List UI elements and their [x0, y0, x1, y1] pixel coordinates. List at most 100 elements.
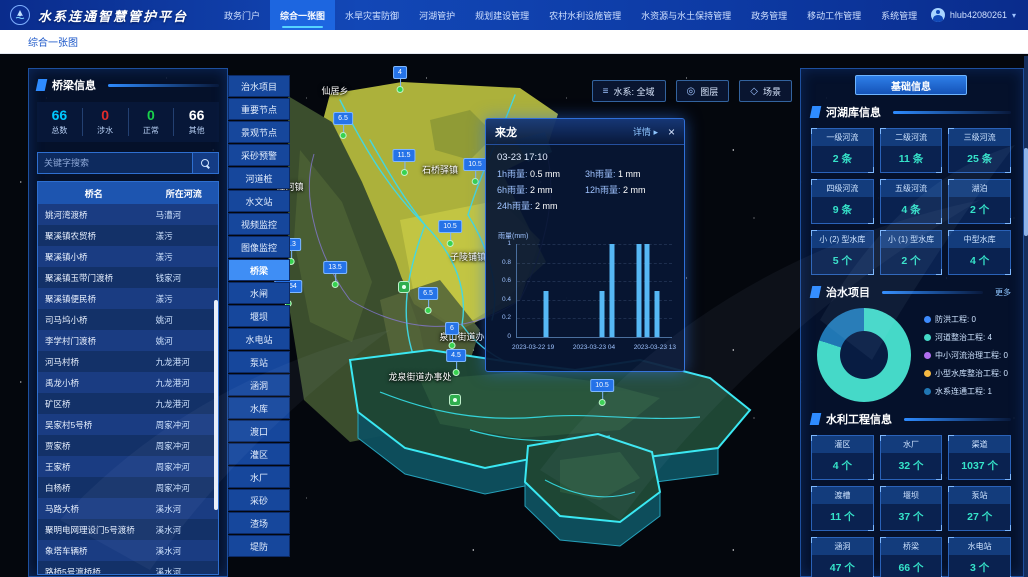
layer-menu-item[interactable]: 水厂: [228, 466, 290, 488]
table-row[interactable]: 聚溪镇小桥 漾污: [38, 246, 218, 267]
table-row[interactable]: 贾家桥 周家冲河: [38, 435, 218, 456]
layer-menu-item[interactable]: 堰坝: [228, 305, 290, 327]
table-row[interactable]: 王家桥 周家冲河: [38, 456, 218, 477]
layer-menu-item[interactable]: 水闸: [228, 282, 290, 304]
nav-item[interactable]: 系统管理: [871, 0, 927, 30]
stat-card[interactable]: 泵站 27 个: [948, 486, 1011, 531]
camera-icon[interactable]: [449, 394, 461, 406]
stat-card[interactable]: 四级河流 9 条: [811, 179, 874, 224]
table-row[interactable]: 象塔车辆桥 溪水河: [38, 540, 218, 561]
layer-menu-item[interactable]: 灌区: [228, 443, 290, 465]
nav-item[interactable]: 综合一张图: [270, 0, 335, 30]
layer-menu-item[interactable]: 水电站: [228, 328, 290, 350]
bridge-table-header: 桥名 所在河流: [38, 182, 218, 204]
map-control-label: 水系: 全域: [614, 85, 655, 98]
table-row[interactable]: 马路大桥 溪水河: [38, 498, 218, 519]
stat-card[interactable]: 灌区 4 个: [811, 435, 874, 480]
y-tick: 0.2: [497, 315, 514, 322]
more-link[interactable]: 更多: [995, 287, 1011, 298]
table-row[interactable]: 聚溪镇玉带门渡桥 钱家河: [38, 267, 218, 288]
map-marker-badge[interactable]: 6: [445, 322, 459, 335]
map-marker-badge[interactable]: 4.5: [446, 349, 466, 362]
nav-item[interactable]: 规划建设管理: [465, 0, 539, 30]
breadcrumb-current[interactable]: 综合一张图: [28, 34, 78, 49]
table-row[interactable]: 白杨桥 周家冲河: [38, 477, 218, 498]
stat-card[interactable]: 水厂 32 个: [880, 435, 943, 480]
layer-menu-item[interactable]: 图像监控: [228, 236, 290, 258]
stat-card[interactable]: 三级河流 25 条: [948, 128, 1011, 173]
layer-menu-item[interactable]: 渣场: [228, 512, 290, 534]
stat-card[interactable]: 一级河流 2 条: [811, 128, 874, 173]
map-marker-badge[interactable]: 6.5: [333, 112, 353, 125]
nav-item[interactable]: 政务门户: [214, 0, 270, 30]
stat-card[interactable]: 二级河流 11 条: [880, 128, 943, 173]
stat-card[interactable]: 堰坝 37 个: [880, 486, 943, 531]
table-row[interactable]: 吴家村5号桥 周家冲河: [38, 414, 218, 435]
camera-icon[interactable]: [398, 281, 410, 293]
layer-menu-item[interactable]: 泵站: [228, 351, 290, 373]
basic-info-button[interactable]: 基础信息: [855, 75, 967, 95]
stat-card[interactable]: 渠道 1037 个: [948, 435, 1011, 480]
nav-item[interactable]: 农村水利设施管理: [539, 0, 631, 30]
table-row[interactable]: 聚溪镇便民桥 漾污: [38, 288, 218, 309]
map-control-button[interactable]: ◇ 场景: [739, 80, 792, 102]
table-row[interactable]: 李学村门渡桥 姚河: [38, 330, 218, 351]
map-marker-badge[interactable]: 13.5: [323, 261, 347, 274]
layer-menu-item[interactable]: 治水项目: [228, 75, 290, 97]
map-marker-badge[interactable]: 10.5: [438, 220, 462, 233]
stat-card[interactable]: 湖泊 2 个: [948, 179, 1011, 224]
stat-card[interactable]: 水电站 3 个: [948, 537, 1011, 577]
nav-item[interactable]: 政务管理: [741, 0, 797, 30]
table-row[interactable]: 河马村桥 九龙港河: [38, 351, 218, 372]
layer-menu-item[interactable]: 景观节点: [228, 121, 290, 143]
river-name-cell: 姚河: [150, 314, 218, 326]
stat-card[interactable]: 涵洞 47 个: [811, 537, 874, 577]
table-row[interactable]: 路桥5号渡桥桥 溪水河: [38, 561, 218, 575]
table-row[interactable]: 聚溪镇农贸桥 漾污: [38, 225, 218, 246]
map-control-button[interactable]: ≡ 水系: 全域: [592, 80, 666, 102]
card-label: 渡槽: [812, 487, 873, 504]
stat-card[interactable]: 渡槽 11 个: [811, 486, 874, 531]
map-control-button[interactable]: ◎ 图层: [676, 80, 730, 102]
stat-card[interactable]: 小 (2) 型水库 5 个: [811, 230, 874, 275]
table-row[interactable]: 聚明电网理设门5号渡桥 溪水河: [38, 519, 218, 540]
search-input[interactable]: [37, 152, 193, 174]
card-label: 水厂: [881, 436, 942, 453]
scrollbar-thumb[interactable]: [1024, 148, 1028, 236]
table-row[interactable]: 禹龙小桥 九龙港河: [38, 372, 218, 393]
page-scrollbar[interactable]: [1024, 56, 1028, 577]
layer-menu-item[interactable]: 河道桩: [228, 167, 290, 189]
nav-item[interactable]: 水旱灾害防御: [335, 0, 409, 30]
layer-menu-item[interactable]: 视频监控: [228, 213, 290, 235]
layer-menu-item[interactable]: 桥梁: [228, 259, 290, 281]
layer-menu-item[interactable]: 水库: [228, 397, 290, 419]
layer-menu-item[interactable]: 渡口: [228, 420, 290, 442]
nav-item[interactable]: 移动工作管理: [797, 0, 871, 30]
stat-card[interactable]: 五级河流 4 条: [880, 179, 943, 224]
user-menu[interactable]: hlub42080261 ▾: [931, 0, 1016, 30]
layer-menu-item[interactable]: 采砂: [228, 489, 290, 511]
layer-menu-item[interactable]: 水文站: [228, 190, 290, 212]
nav-item[interactable]: 河湖管护: [409, 0, 465, 30]
map-marker-badge[interactable]: 10.5: [463, 158, 487, 171]
layer-menu-item[interactable]: 采砂预警: [228, 144, 290, 166]
stat-card[interactable]: 小 (1) 型水库 2 个: [880, 230, 943, 275]
map-marker-badge[interactable]: 10.5: [590, 379, 614, 392]
nav-item[interactable]: 水资源与水土保持管理: [631, 0, 741, 30]
bridge-name-cell: 聚溪镇玉带门渡桥: [38, 272, 150, 284]
stat-card[interactable]: 桥梁 66 个: [880, 537, 943, 577]
table-scrollbar[interactable]: [214, 300, 218, 510]
map-marker-badge[interactable]: 6.5: [418, 287, 438, 300]
stat-card[interactable]: 中型水库 4 个: [948, 230, 1011, 275]
table-row[interactable]: 姚河湾渡桥 马漕河: [38, 204, 218, 225]
map-marker-badge[interactable]: 4: [393, 66, 407, 79]
table-row[interactable]: 矿区桥 九龙港河: [38, 393, 218, 414]
map-marker-badge[interactable]: 11.5: [392, 149, 415, 162]
layer-menu-item[interactable]: 涵洞: [228, 374, 290, 396]
table-row[interactable]: 司马坞小桥 姚河: [38, 309, 218, 330]
layer-menu-item[interactable]: 堤防: [228, 535, 290, 557]
popup-detail-link[interactable]: 详情 ▸: [633, 125, 658, 138]
search-button[interactable]: [193, 152, 219, 174]
layer-menu-item[interactable]: 重要节点: [228, 98, 290, 120]
close-icon[interactable]: ×: [668, 126, 675, 138]
